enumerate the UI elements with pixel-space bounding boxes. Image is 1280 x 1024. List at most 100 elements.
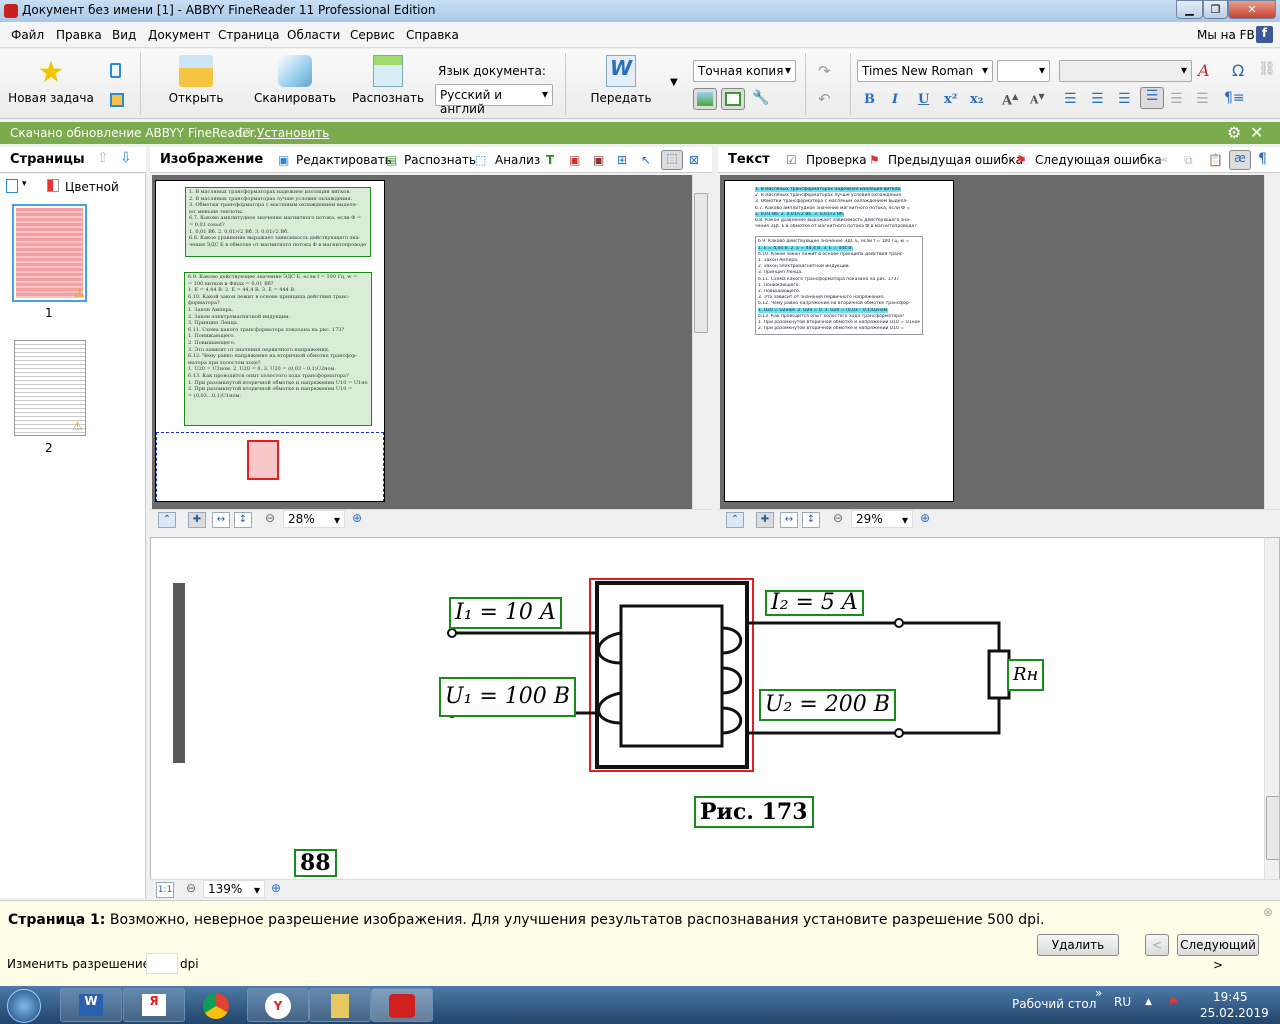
zoom-panel-select[interactable]: 139% xyxy=(203,880,265,898)
menu-help[interactable]: Справка xyxy=(406,28,459,42)
text-vertical-scrollbar[interactable] xyxy=(1264,175,1280,509)
language-indicator[interactable]: RU xyxy=(1114,995,1131,1009)
outdent-icon[interactable]: ☰ xyxy=(1196,91,1209,107)
taskbar-explorer[interactable] xyxy=(309,988,371,1022)
recognize-page-icon[interactable]: ▤ xyxy=(386,153,397,167)
desktop-toolbar-label[interactable]: Рабочий стол xyxy=(1012,997,1096,1011)
layout-mode-select[interactable]: Точная копия xyxy=(693,60,796,82)
close-button[interactable]: ✕ xyxy=(1228,0,1276,19)
image-view-toggle[interactable] xyxy=(693,88,717,110)
special-character-icon[interactable]: Ω xyxy=(1232,61,1244,80)
italic-icon[interactable]: I xyxy=(892,92,898,107)
page-number-label[interactable]: 88 xyxy=(294,849,337,877)
highlight-uncertain-icon[interactable]: æ xyxy=(1229,150,1251,170)
recognize-page-button[interactable]: Распознать xyxy=(404,153,476,167)
text-area-tool-icon[interactable]: T xyxy=(546,153,554,167)
paragraph-style-select[interactable] xyxy=(1059,60,1192,82)
label-u1[interactable]: U₁ = 100 B xyxy=(439,677,576,717)
new-document-icon[interactable] xyxy=(110,63,121,78)
image-zoom-select[interactable]: 28% xyxy=(283,510,345,528)
undo-icon[interactable]: ↶ xyxy=(818,90,831,108)
toolbar-expand-icon[interactable]: » xyxy=(1095,986,1102,1000)
zoom-in-icon[interactable]: ⊕ xyxy=(271,881,281,895)
text-zoom-select[interactable]: 29% xyxy=(851,510,913,528)
settings-gear-icon[interactable]: ⚙ xyxy=(1227,123,1241,142)
menu-file[interactable]: Файл xyxy=(11,28,44,42)
view-dropdown-arrow[interactable]: ▾ xyxy=(22,179,27,189)
zoom-panel[interactable]: I₁ = 10 A I₂ = 5 A U₁ = 100 B U₂ = 200 B… xyxy=(150,537,1280,880)
image-viewport[interactable]: 1. В масляных трансформаторах надежнее и… xyxy=(152,175,708,509)
clock-time[interactable]: 19:45 xyxy=(1213,990,1248,1004)
pointer-tool-icon[interactable]: ↖ xyxy=(641,153,651,167)
close-notice-icon[interactable]: ✕ xyxy=(1250,123,1263,142)
zoom-out-icon[interactable]: ⊖ xyxy=(265,511,275,525)
zoom-vertical-scrollbar[interactable] xyxy=(1264,538,1279,879)
menu-areas[interactable]: Области xyxy=(287,28,340,42)
taskbar-chrome[interactable] xyxy=(185,988,247,1022)
menu-document[interactable]: Документ xyxy=(148,28,210,42)
new-task-button[interactable]: ★ Новая задача xyxy=(8,55,94,105)
wrench-icon[interactable]: 🔧 xyxy=(752,90,769,106)
recognized-text-page[interactable]: 1. В масляных трансформаторах надежнее и… xyxy=(724,180,954,502)
previous-error-button[interactable]: Предыдущая ошибка xyxy=(888,153,1023,167)
subscript-icon[interactable]: x₂ xyxy=(970,92,983,107)
align-right-icon[interactable]: ☰ xyxy=(1118,91,1131,107)
font-family-select[interactable]: Times New Roman xyxy=(857,60,993,82)
show-formatting-icon[interactable]: ¶ xyxy=(1258,151,1267,167)
label-rn[interactable]: Rн xyxy=(1007,659,1045,691)
menu-edit[interactable]: Правка xyxy=(56,28,102,42)
zoom-out-icon[interactable]: ⊖ xyxy=(186,881,196,895)
align-center-icon[interactable]: ☰ xyxy=(1091,91,1104,107)
taskbar-word[interactable]: W xyxy=(60,988,122,1022)
scan-button[interactable]: Сканировать xyxy=(254,55,336,105)
hyperlink-icon[interactable]: ⛓ xyxy=(1258,61,1276,77)
start-button[interactable] xyxy=(7,989,41,1023)
next-error-icon[interactable]: ⚑ xyxy=(1016,153,1027,167)
align-left-icon[interactable]: ☰ xyxy=(1064,91,1077,107)
redo-icon[interactable]: ↷ xyxy=(818,62,831,80)
bold-icon[interactable]: B xyxy=(864,92,875,107)
text-area[interactable]: 1. В масляных трансформаторах надежнее и… xyxy=(185,187,371,257)
color-mode-label[interactable]: Цветной xyxy=(65,180,119,194)
label-i1[interactable]: I₁ = 10 A xyxy=(449,597,562,629)
delete-warning-button[interactable]: Удалить xyxy=(1037,934,1119,956)
move-up-icon[interactable]: ⇧ xyxy=(97,150,109,166)
page-thumbnail-2[interactable]: ⚠ xyxy=(14,340,86,436)
text-area[interactable]: 6.9. Каково действующее значение ЭДС E, … xyxy=(184,272,372,426)
clock-date[interactable]: 25.02.2019 xyxy=(1200,1006,1269,1020)
font-color-icon[interactable]: A xyxy=(1198,61,1210,80)
next-warning-button[interactable]: Следующий > xyxy=(1177,934,1259,972)
app-icon[interactable] xyxy=(4,4,18,18)
analyze-icon[interactable]: ⬚ xyxy=(475,153,486,167)
indent-icon[interactable]: ☰ xyxy=(1170,91,1183,107)
check-spelling-button[interactable]: Проверка xyxy=(806,153,867,167)
figure-caption[interactable]: Рис. 173 xyxy=(694,796,814,828)
open-folder-small-icon[interactable] xyxy=(110,93,124,107)
scrollbar-thumb[interactable] xyxy=(1266,796,1279,860)
document-language-select[interactable]: Русский и англий xyxy=(435,84,553,116)
cut-icon[interactable]: ✂ xyxy=(1158,153,1168,167)
superscript-icon[interactable]: x² xyxy=(944,92,957,107)
fit-height-icon[interactable]: ↕ xyxy=(802,512,820,528)
justify-icon[interactable]: ☰ xyxy=(1140,87,1164,109)
close-warning-icon[interactable]: ⊗ xyxy=(1263,905,1273,919)
delete-area-tool-icon[interactable]: ⊠ xyxy=(689,153,699,167)
collapse-panels-icon[interactable]: ⌃ xyxy=(726,512,744,528)
edit-image-icon[interactable]: ▣ xyxy=(278,153,289,167)
table-area-tool-icon[interactable]: ⊞ xyxy=(617,153,627,167)
text-view-toggle[interactable] xyxy=(721,88,745,110)
menu-view[interactable]: Вид xyxy=(112,28,136,42)
font-size-select[interactable] xyxy=(997,60,1050,82)
check-spelling-icon[interactable]: ☑ xyxy=(786,153,797,167)
fit-width-icon[interactable]: ↔ xyxy=(212,512,230,528)
move-down-icon[interactable]: ⇩ xyxy=(120,150,132,166)
previous-warning-button[interactable]: < xyxy=(1145,934,1169,956)
fit-page-icon[interactable]: ✚ xyxy=(756,512,774,528)
menu-service[interactable]: Сервис xyxy=(350,28,395,42)
actual-size-button[interactable]: 1:1 xyxy=(156,882,174,898)
menu-page[interactable]: Страница xyxy=(218,28,280,42)
previous-error-icon[interactable]: ⚑ xyxy=(869,153,880,167)
copy-icon[interactable]: ⧉ xyxy=(1184,153,1193,168)
image-vertical-scrollbar[interactable] xyxy=(692,175,708,509)
zoom-in-icon[interactable]: ⊕ xyxy=(920,511,930,525)
